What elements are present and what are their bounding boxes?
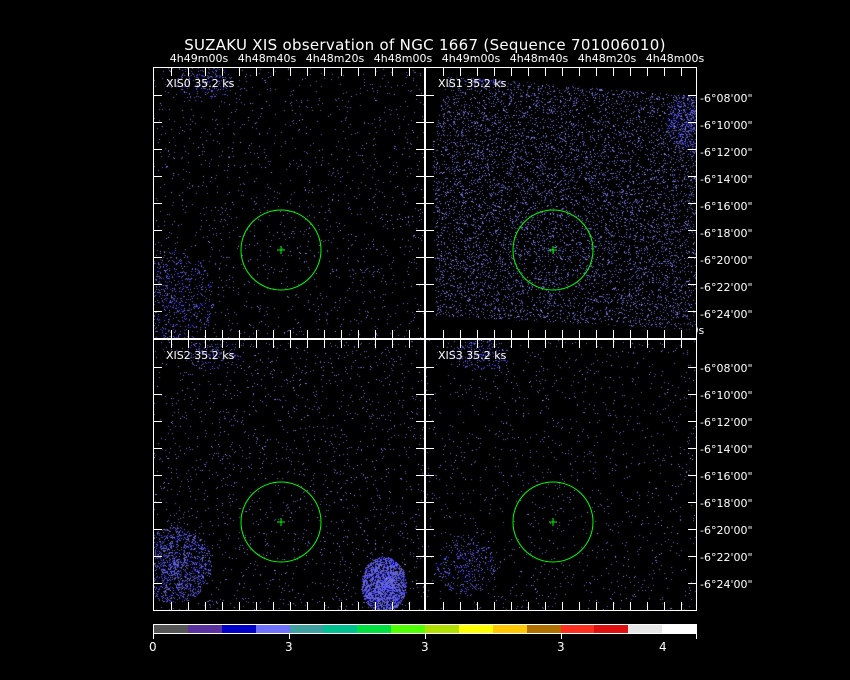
ra-tick-label: 4h48m20s: [577, 52, 637, 65]
dec-tick-label: -6°12'00": [700, 416, 753, 429]
ra-tick-label: 4h49m00s: [441, 52, 501, 65]
ra-tick-label: 4h48m20s: [305, 52, 365, 65]
ra-tick-label: 4h48m00s: [373, 52, 433, 65]
xis2-image-panel: XIS2 35.2 ks: [153, 339, 425, 611]
dec-tick-label: -6°12'00": [700, 146, 753, 159]
dec-tick-label: -6°08'00": [700, 362, 753, 375]
dec-tick-label: -6°18'00": [700, 497, 753, 510]
xis2-label: XIS2 35.2 ks: [166, 349, 235, 362]
ra-axis-top: 4h49m00s 4h48m40s 4h48m20s 4h48m00s 4h49m00s…: [165, 52, 709, 65]
color-scale-segment: [560, 625, 595, 633]
color-scale-segment: [221, 625, 256, 633]
color-scale-segment: [458, 625, 493, 633]
color-scale-label: 0: [149, 640, 157, 654]
ra-tick-label: 4h48m00s: [645, 52, 705, 65]
dec-tick-label: -6°14'00": [700, 173, 753, 186]
color-scale-segment: [526, 625, 561, 633]
color-scale-label: 3: [557, 640, 565, 654]
xis3-source-region: [512, 481, 594, 563]
color-scale-segment: [662, 625, 696, 633]
dec-tick-label: -6°24'00": [700, 308, 753, 321]
color-scale-segment: [492, 625, 527, 633]
xis0-source-region: [240, 209, 322, 291]
xis0-image-panel: XIS0 35.2 ks: [153, 67, 425, 339]
xis1-image-panel: XIS1 35.2 ks: [425, 67, 697, 339]
color-scale-segment: [425, 625, 459, 633]
dec-tick-label: -6°16'00": [700, 470, 753, 483]
color-scale-bar: [153, 624, 697, 634]
ra-tick-label: 4h48m40s: [237, 52, 297, 65]
color-scale-segment: [323, 625, 358, 633]
dec-tick-label: -6°20'00": [700, 254, 753, 267]
color-scale-segment: [594, 625, 629, 633]
color-scale-segment: [357, 625, 392, 633]
xis1-label: XIS1 35.2 ks: [438, 77, 507, 90]
xis0-label: XIS0 35.2 ks: [166, 77, 235, 90]
ra-tick-label: 4h49m00s: [169, 52, 229, 65]
color-scale-segment: [628, 625, 663, 633]
color-scale-segment: [154, 625, 188, 633]
xis2-source-region: [240, 481, 322, 563]
dec-tick-label: -6°22'00": [700, 281, 753, 294]
xis1-source-region: [512, 209, 594, 291]
dec-tick-label: -6°10'00": [700, 389, 753, 402]
dec-tick-label: -6°18'00": [700, 227, 753, 240]
dec-tick-label: -6°14'00": [700, 443, 753, 456]
ra-tick-label: 4h48m40s: [509, 52, 569, 65]
dec-tick-label: -6°10'00": [700, 119, 753, 132]
color-scale-label: 3: [285, 640, 293, 654]
xis3-image-panel: XIS3 35.2 ks: [425, 339, 697, 611]
color-scale-segment: [255, 625, 290, 633]
color-scale-segment: [187, 625, 222, 633]
color-scale-label: 3: [421, 640, 429, 654]
color-scale-label: 4: [659, 640, 667, 654]
xis3-label: XIS3 35.2 ks: [438, 349, 507, 362]
dec-tick-label: -6°24'00": [700, 578, 753, 591]
color-scale-segment: [289, 625, 324, 633]
dec-tick-label: -6°22'00": [700, 551, 753, 564]
dec-tick-label: -6°08'00": [700, 92, 753, 105]
dec-tick-label: -6°20'00": [700, 524, 753, 537]
dec-tick-label: -6°16'00": [700, 200, 753, 213]
color-scale-segment: [391, 625, 425, 633]
